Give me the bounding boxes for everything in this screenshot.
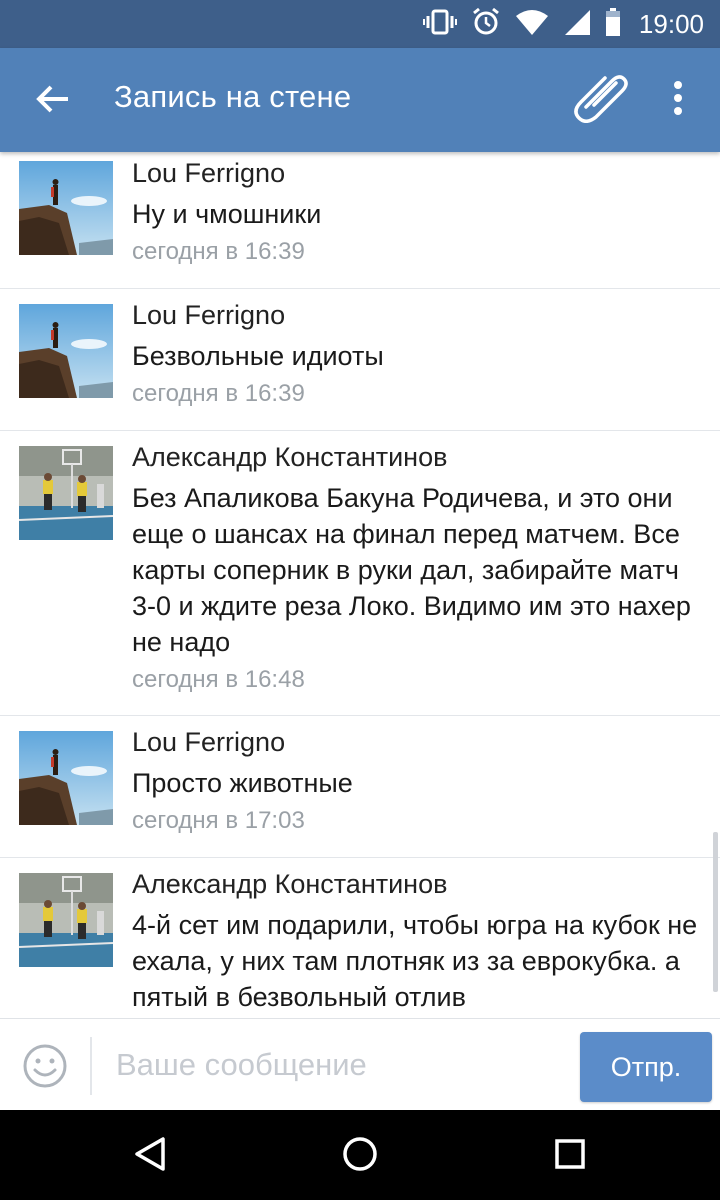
- nav-recents-button[interactable]: [545, 1132, 595, 1180]
- cliff-avatar-image: [19, 161, 113, 255]
- send-button[interactable]: Отпр.: [580, 1032, 712, 1102]
- comments-list[interactable]: Lou Ferrigno Ну и чмошники сегодня в 16:…: [0, 152, 720, 1018]
- paperclip-icon: [572, 73, 628, 128]
- avatar[interactable]: [19, 304, 113, 398]
- comment-body: Александр Константинов 4-й сет им подари…: [132, 867, 704, 1015]
- alarm-icon: [471, 7, 501, 42]
- signal-icon: [563, 8, 591, 41]
- home-circle-icon: [341, 1135, 379, 1178]
- composer-divider: [90, 1037, 92, 1095]
- status-time: 19:00: [638, 8, 704, 39]
- cliff-avatar-image: [19, 731, 113, 825]
- nav-back-button[interactable]: [125, 1132, 175, 1180]
- comment-time: сегодня в 16:39: [132, 238, 305, 265]
- status-bar: 19:00: [0, 0, 720, 48]
- comment-time: сегодня в 16:39: [132, 380, 305, 407]
- comment-text: Без Апаликова Бакуна Родичева, и это они…: [132, 483, 691, 657]
- more-options-button[interactable]: [660, 76, 696, 124]
- comment-author[interactable]: Lou Ferrigno: [132, 725, 704, 759]
- page-title: Запись на стене: [114, 79, 352, 114]
- back-triangle-icon: [133, 1136, 167, 1177]
- wifi-icon: [515, 8, 549, 41]
- volleyball-avatar-image: [19, 446, 113, 540]
- comment-body: Lou Ferrigno Ну и чмошники сегодня в 16:…: [132, 156, 704, 268]
- comment-author[interactable]: Александр Константинов: [132, 867, 704, 901]
- message-composer: Отпр.: [0, 1018, 720, 1110]
- battery-icon: [605, 7, 621, 41]
- comment-author[interactable]: Александр Константинов: [132, 440, 704, 474]
- vibrate-icon: [422, 8, 457, 41]
- avatar[interactable]: [19, 731, 113, 825]
- system-nav-bar: [0, 1110, 720, 1200]
- message-input[interactable]: [116, 1041, 556, 1089]
- attach-button[interactable]: [572, 74, 628, 126]
- avatar[interactable]: [19, 873, 113, 967]
- more-vert-icon: [673, 80, 683, 121]
- scrollbar[interactable]: [713, 832, 718, 992]
- comment-text: Просто животные: [132, 768, 353, 798]
- comment-text: Ну и чмошники: [132, 199, 322, 229]
- comment-item[interactable]: Александр Константинов Без Апаликова Бак…: [0, 431, 720, 716]
- status-icons: 19:00: [422, 0, 704, 48]
- comment-time: сегодня в 17:03: [132, 807, 305, 834]
- comment-time: сегодня в 16:48: [132, 666, 305, 693]
- comment-text: Безвольные идиоты: [132, 341, 384, 371]
- comment-body: Александр Константинов Без Апаликова Бак…: [132, 440, 704, 696]
- emoji-button[interactable]: [22, 1043, 68, 1089]
- comment-item[interactable]: Lou Ferrigno Просто животные сегодня в 1…: [0, 716, 720, 858]
- comment-body: Lou Ferrigno Просто животные сегодня в 1…: [132, 725, 704, 837]
- smiley-icon: [22, 1044, 68, 1093]
- nav-home-button[interactable]: [335, 1132, 385, 1180]
- app-bar: Запись на стене: [0, 48, 720, 152]
- comment-item[interactable]: Lou Ferrigno Ну и чмошники сегодня в 16:…: [0, 152, 720, 289]
- avatar[interactable]: [19, 446, 113, 540]
- comment-item[interactable]: Lou Ferrigno Безвольные идиоты сегодня в…: [0, 289, 720, 431]
- cliff-avatar-image: [19, 304, 113, 398]
- comment-text: 4-й сет им подарили, чтобы югра на кубок…: [132, 910, 698, 1012]
- comment-body: Lou Ferrigno Безвольные идиоты сегодня в…: [132, 298, 704, 410]
- recents-square-icon: [554, 1138, 586, 1175]
- volleyball-avatar-image: [19, 873, 113, 967]
- comment-item[interactable]: Александр Константинов 4-й сет им подари…: [0, 858, 720, 1018]
- back-button[interactable]: [30, 78, 76, 124]
- avatar[interactable]: [19, 161, 113, 255]
- comment-author[interactable]: Lou Ferrigno: [132, 298, 704, 332]
- back-arrow-icon: [36, 84, 70, 119]
- comment-author[interactable]: Lou Ferrigno: [132, 156, 704, 190]
